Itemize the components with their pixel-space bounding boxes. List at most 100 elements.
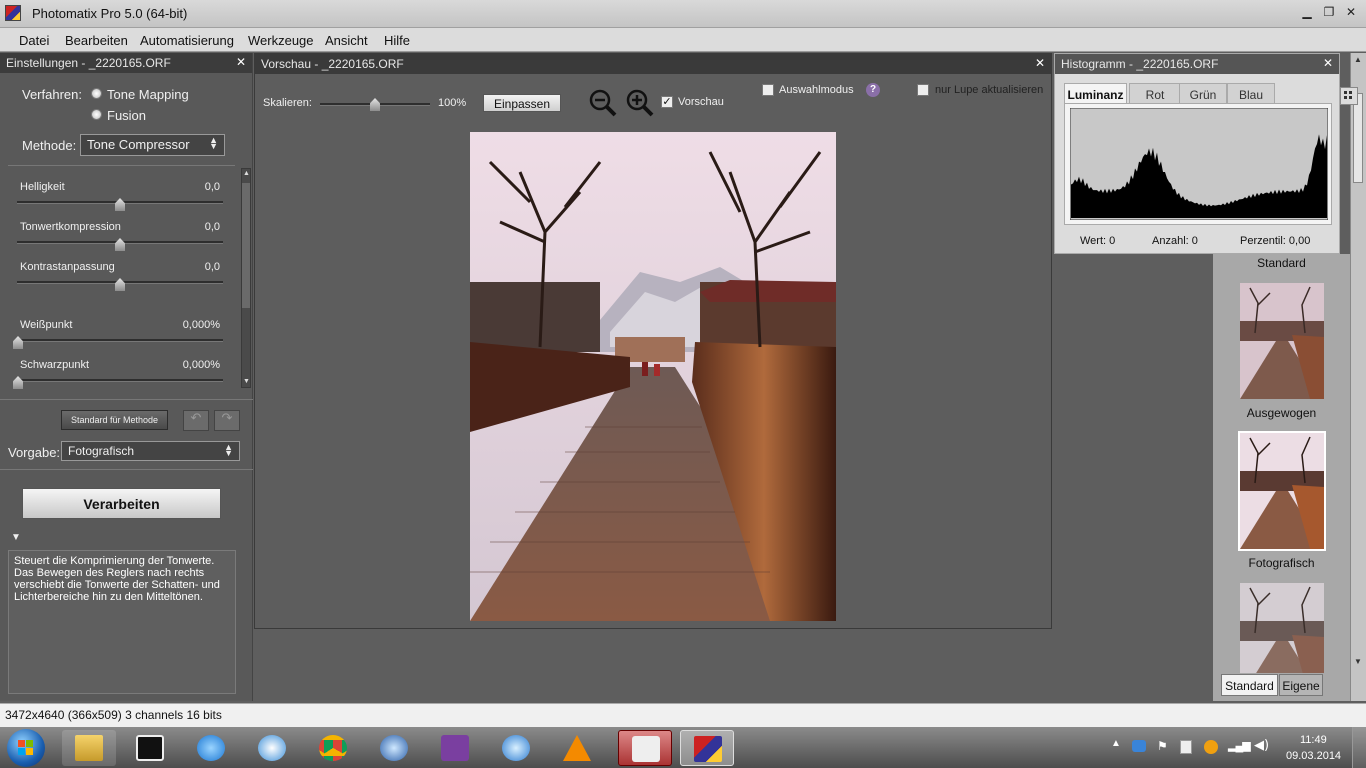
- mail-icon: [380, 735, 408, 761]
- histogram-panel: Histogramm - _2220165.ORF ✕ Luminanz Rot…: [1054, 53, 1340, 254]
- explorer-taskbar-icon[interactable]: [62, 730, 116, 766]
- preview-checkbox[interactable]: ✓: [661, 96, 673, 108]
- tab-own-presets[interactable]: Eigene: [1279, 674, 1323, 696]
- slider-label: Kontrastanpassung: [20, 261, 115, 273]
- tab-luminanz[interactable]: Luminanz: [1064, 83, 1127, 104]
- slider-value: 0,0: [204, 181, 220, 193]
- close-icon[interactable]: ✕: [1323, 56, 1333, 70]
- process-button[interactable]: Verarbeiten: [22, 488, 221, 519]
- selection-mode-label: Auswahlmodus: [779, 84, 854, 96]
- tab-rot[interactable]: Rot: [1129, 83, 1181, 104]
- methode-select[interactable]: Tone Compressor ▲ ▼: [80, 134, 225, 156]
- slider-track[interactable]: [17, 379, 223, 382]
- tab-gruen[interactable]: Grün: [1179, 83, 1227, 104]
- minimize-icon[interactable]: ▁: [1298, 4, 1316, 20]
- tray-expand-icon[interactable]: ▲: [1111, 738, 1121, 749]
- help-icon[interactable]: ?: [866, 83, 880, 97]
- histogram-panel-title: Histogramm - _2220165.ORF ✕: [1055, 54, 1339, 74]
- thunderbird-taskbar-icon[interactable]: [367, 730, 421, 766]
- slider-thumb[interactable]: [115, 278, 125, 291]
- flag-icon[interactable]: ⚑: [1157, 739, 1168, 753]
- menu-hilfe[interactable]: Hilfe: [384, 33, 410, 48]
- menu-automatisierung[interactable]: Automatisierung: [140, 33, 234, 48]
- clock-time[interactable]: 11:49: [1300, 734, 1327, 746]
- close-icon[interactable]: ✕: [1035, 56, 1045, 70]
- chrome-icon: [319, 735, 347, 761]
- menu-werkzeuge[interactable]: Werkzeuge: [248, 33, 314, 48]
- sync-icon[interactable]: [1204, 740, 1218, 754]
- scale-slider-thumb[interactable]: [370, 98, 380, 111]
- clock-date[interactable]: 09.03.2014: [1286, 750, 1341, 762]
- close-icon[interactable]: ✕: [236, 55, 246, 69]
- right-scrollbar[interactable]: ▲ ▼: [1350, 53, 1366, 701]
- folder-icon: [75, 735, 103, 761]
- slider-thumb[interactable]: [115, 198, 125, 211]
- scroll-up-icon[interactable]: ▲: [1354, 55, 1362, 64]
- slider-label: Tonwertkompression: [20, 221, 121, 233]
- collapse-triangle-icon[interactable]: ▼: [11, 532, 21, 543]
- fit-button[interactable]: Einpassen: [483, 94, 561, 112]
- signal-icon[interactable]: ▂▄▆: [1228, 739, 1251, 752]
- close-icon[interactable]: ✕: [1342, 4, 1360, 20]
- scroll-down-icon[interactable]: ▼: [1354, 657, 1362, 666]
- menu-bearbeiten[interactable]: Bearbeiten: [65, 33, 128, 48]
- verfahren-label: Verfahren:: [22, 87, 82, 102]
- device-icon[interactable]: [1180, 740, 1192, 754]
- slider-thumb[interactable]: [13, 336, 23, 349]
- slider-thumb[interactable]: [13, 376, 23, 389]
- photomatix-icon: [694, 736, 722, 762]
- grid-view-icon[interactable]: [1340, 87, 1358, 105]
- preset-thumb-next[interactable]: [1240, 583, 1324, 673]
- selection-mode-checkbox[interactable]: [762, 84, 774, 96]
- photomatix-taskbar-icon[interactable]: [680, 730, 734, 766]
- methode-select-value: Tone Compressor: [87, 137, 190, 152]
- standard-for-method-button[interactable]: Standard für Methode: [61, 410, 168, 430]
- vlc-taskbar-icon[interactable]: [550, 730, 604, 766]
- menu-ansicht[interactable]: Ansicht: [325, 33, 368, 48]
- settings-scrollbar[interactable]: ▲ ▼: [241, 168, 251, 388]
- tab-standard-presets[interactable]: Standard: [1221, 674, 1278, 696]
- thumb-image: [1240, 583, 1324, 673]
- menu-datei[interactable]: Datei: [19, 33, 49, 48]
- show-desktop-button[interactable]: [1352, 727, 1366, 768]
- itunes-taskbar-icon[interactable]: [489, 730, 543, 766]
- preset-thumb-ausgewogen[interactable]: [1240, 283, 1324, 399]
- start-button[interactable]: [7, 729, 45, 767]
- undo-icon[interactable]: ↶: [183, 410, 209, 431]
- slider-value: 0,000%: [182, 319, 220, 331]
- onenote-taskbar-icon[interactable]: [428, 730, 482, 766]
- scroll-thumb[interactable]: [242, 183, 250, 308]
- safari-taskbar-icon[interactable]: [245, 730, 299, 766]
- scroll-thumb[interactable]: [1353, 93, 1363, 183]
- vorgabe-select[interactable]: Fotografisch ▲ ▼: [61, 441, 240, 461]
- tab-blau[interactable]: Blau: [1227, 83, 1275, 104]
- thumb-image: [1240, 433, 1324, 549]
- ie-taskbar-icon[interactable]: [184, 730, 238, 766]
- app-taskbar-icon[interactable]: [123, 730, 177, 766]
- status-text: 3472x4640 (366x509) 3 channels 16 bits: [5, 708, 222, 722]
- preset-thumb-fotografisch[interactable]: [1240, 433, 1324, 549]
- cloud-icon[interactable]: [1132, 740, 1146, 752]
- slider-thumb[interactable]: [115, 238, 125, 251]
- preview-checkbox-label: Vorschau: [678, 96, 724, 108]
- radio-fusion[interactable]: [91, 109, 102, 120]
- zoom-out-icon[interactable]: [588, 88, 618, 118]
- itunes-icon: [502, 735, 530, 761]
- slider-track[interactable]: [17, 339, 223, 342]
- radio-tone-mapping-label: Tone Mapping: [107, 87, 189, 102]
- preview-image[interactable]: [470, 132, 836, 621]
- chrome-taskbar-icon[interactable]: [306, 730, 360, 766]
- volume-icon[interactable]: ◀): [1254, 738, 1269, 753]
- preset-caption-ausgewogen: Ausgewogen: [1246, 406, 1317, 420]
- preview-title-text: Vorschau - _2220165.ORF: [261, 57, 404, 71]
- magnifier-only-label: nur Lupe aktualisieren: [935, 84, 1044, 96]
- radio-tone-mapping[interactable]: [91, 88, 102, 99]
- zoom-in-icon[interactable]: [625, 88, 655, 118]
- redo-icon[interactable]: ↷: [214, 410, 240, 431]
- scroll-up-icon[interactable]: ▲: [243, 170, 250, 177]
- magnifier-only-checkbox[interactable]: [917, 84, 929, 96]
- scroll-down-icon[interactable]: ▼: [243, 378, 250, 385]
- divider: [0, 399, 253, 400]
- maximize-icon[interactable]: ❐: [1320, 4, 1338, 20]
- photoshop-taskbar-icon[interactable]: [618, 730, 672, 766]
